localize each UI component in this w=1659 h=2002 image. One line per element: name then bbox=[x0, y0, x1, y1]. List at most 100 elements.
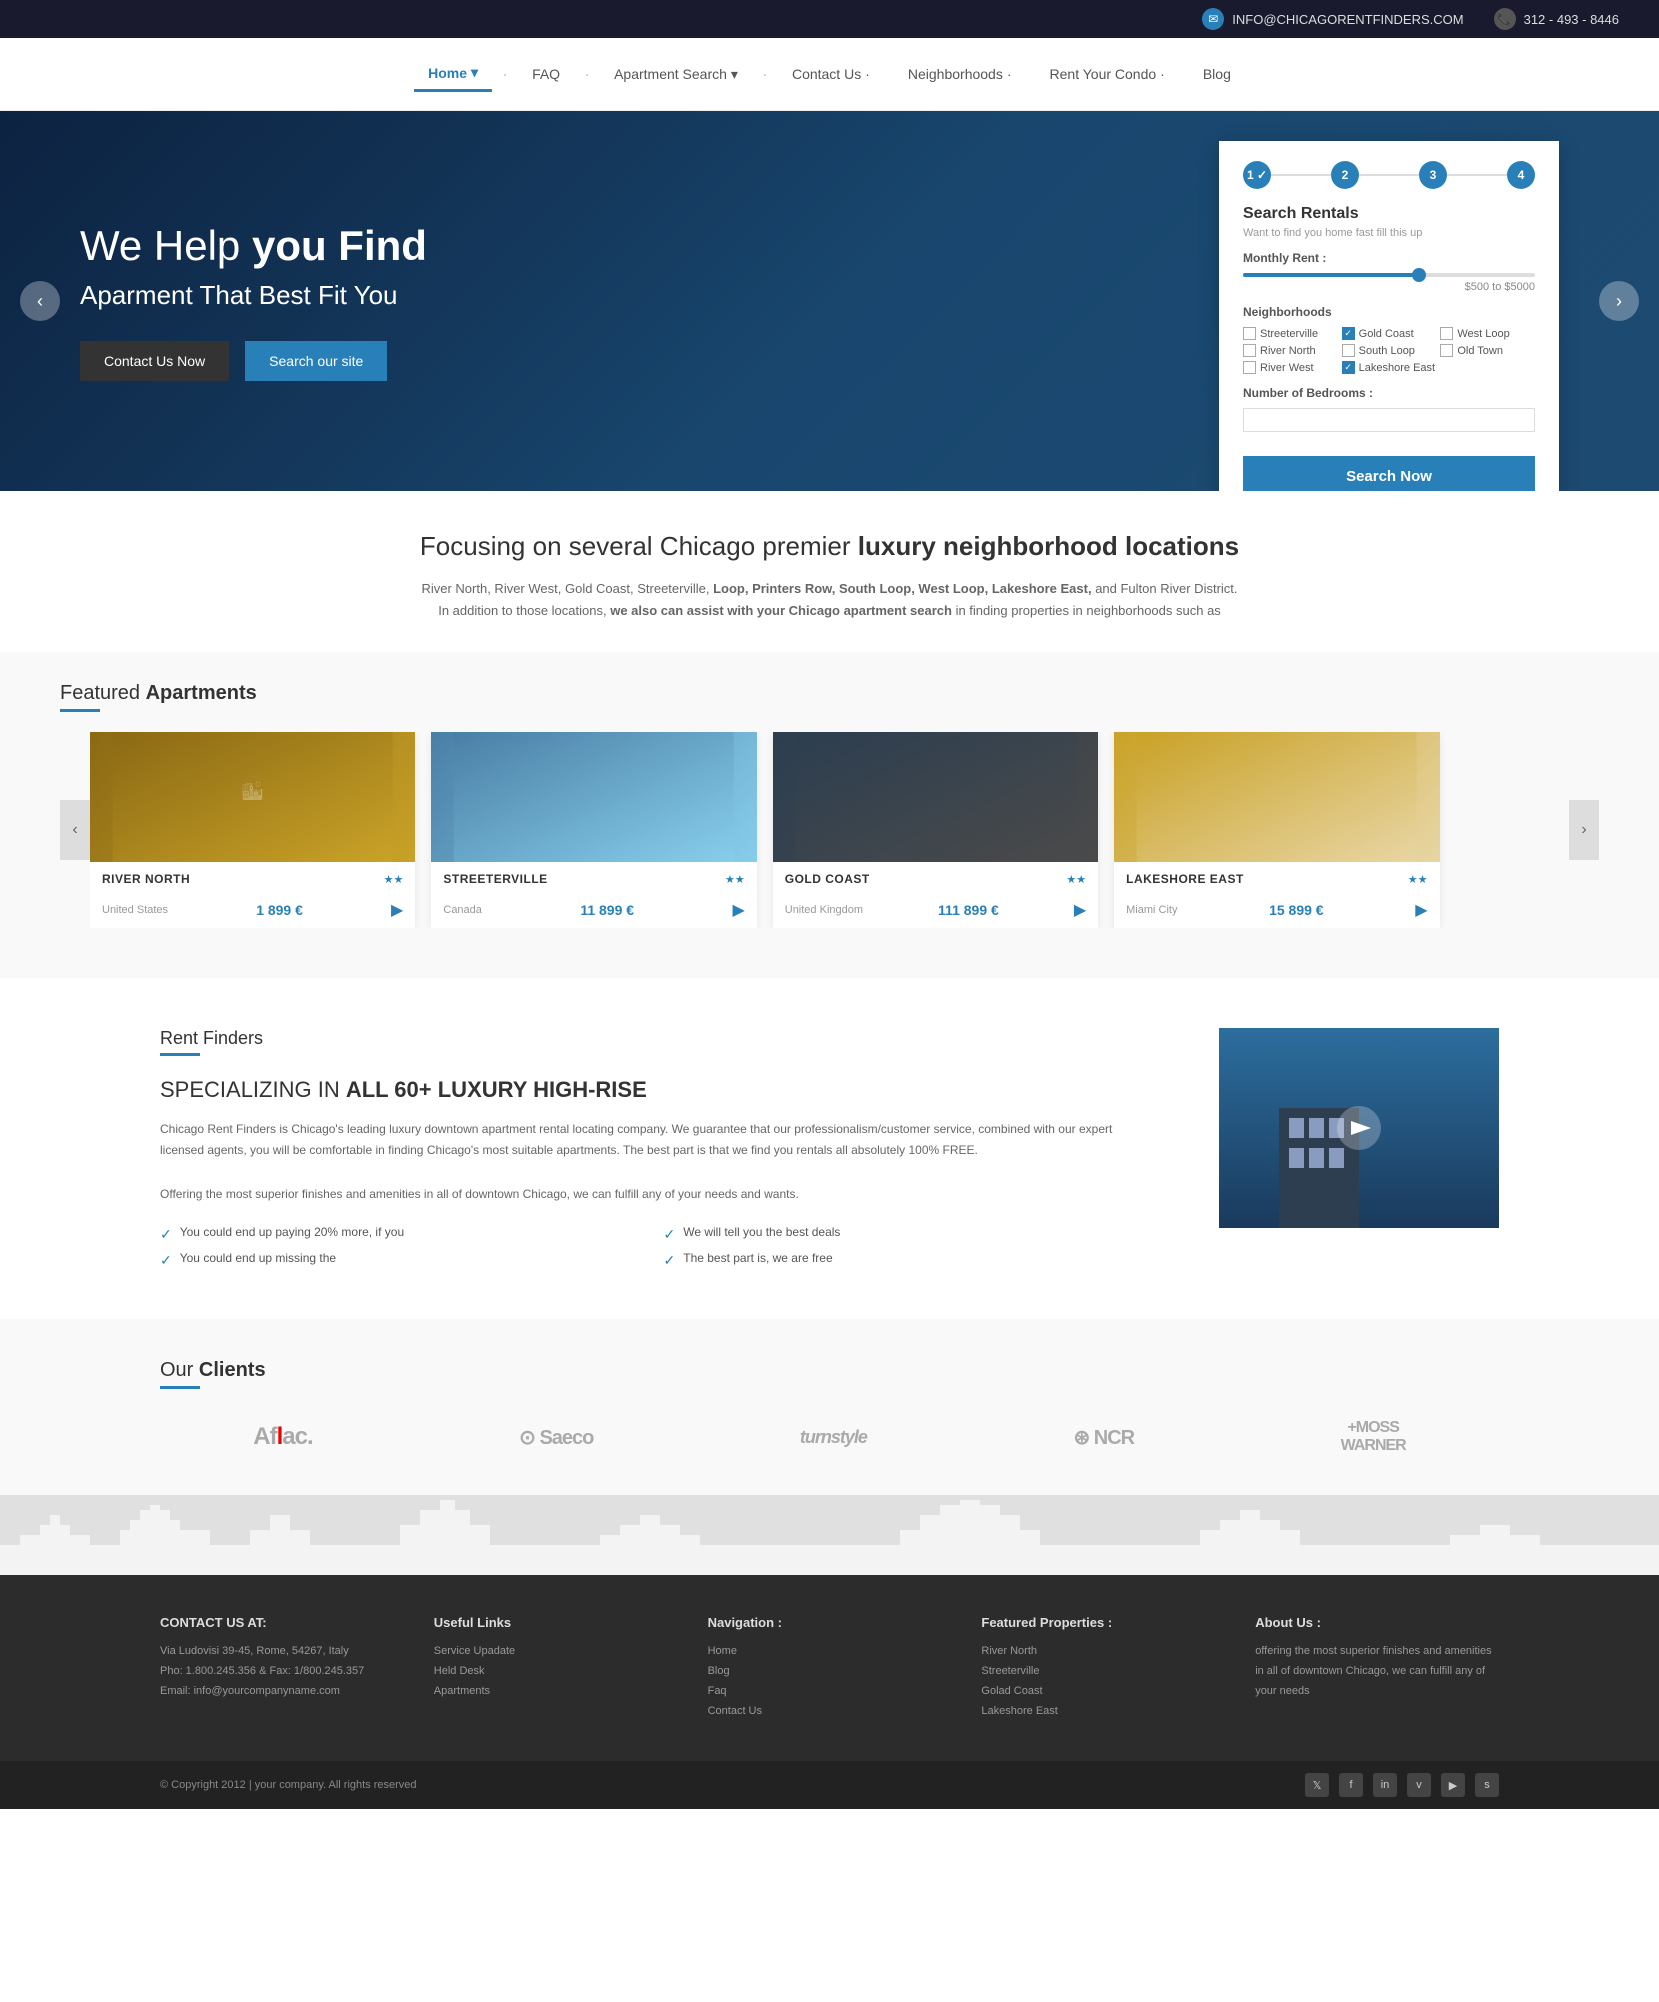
bedrooms-input[interactable] bbox=[1243, 408, 1535, 432]
email-contact[interactable]: ✉ INFO@CHICAGORENTFINDERS.COM bbox=[1202, 8, 1463, 30]
neighborhoods-grid: Streeterville ✓ Gold Coast West Loop Riv… bbox=[1243, 327, 1535, 374]
nav-item-neighborhoods[interactable]: Neighborhoods · bbox=[894, 58, 1026, 90]
footer-phone: Pho: 1.800.245.356 & Fax: 1/800.245.357 bbox=[160, 1662, 404, 1682]
neighborhood-west-loop[interactable]: West Loop bbox=[1440, 327, 1535, 340]
apt-arrow-4[interactable]: ▶ bbox=[1415, 900, 1427, 920]
footer-prop-gold-coast[interactable]: Golad Coast bbox=[981, 1682, 1225, 1702]
footer-nav-title: Navigation : bbox=[708, 1615, 952, 1630]
copyright-text: © Copyright 2012 | your company. All rig… bbox=[160, 1779, 417, 1791]
social-facebook[interactable]: f bbox=[1339, 1773, 1363, 1797]
river-north-checkbox[interactable] bbox=[1243, 344, 1256, 357]
hero-section: ‹ We Help you Find Aparment That Best Fi… bbox=[0, 111, 1659, 491]
social-twitter[interactable]: 𝕏 bbox=[1305, 1773, 1329, 1797]
check-icon-4: ✓ bbox=[664, 1252, 676, 1269]
search-panel-subtitle: Want to find you home fast fill this up bbox=[1243, 227, 1535, 239]
search-now-button[interactable]: Search Now bbox=[1243, 456, 1535, 491]
apt-stars-3: ★★ bbox=[1066, 873, 1086, 886]
apt-country-4: Miami City bbox=[1126, 904, 1177, 916]
apt-name-1: RIVER NORTH bbox=[102, 872, 190, 886]
footer-prop-streeterville[interactable]: Streeterville bbox=[981, 1662, 1225, 1682]
apt-image-3 bbox=[773, 732, 1098, 862]
footer-link-apartments[interactable]: Apartments bbox=[434, 1682, 678, 1702]
rent-video-area bbox=[1219, 1028, 1499, 1269]
apt-arrow-2[interactable]: ▶ bbox=[732, 900, 744, 920]
apt-arrow-3[interactable]: ▶ bbox=[1074, 900, 1086, 920]
client-logo-ncr: ⊛ NCR bbox=[1073, 1425, 1134, 1450]
focus-heading: Focusing on several Chicago premier luxu… bbox=[160, 531, 1499, 562]
neighborhood-river-north[interactable]: River North bbox=[1243, 344, 1338, 357]
south-loop-checkbox[interactable] bbox=[1342, 344, 1355, 357]
apartment-card-3[interactable]: GOLD COAST ★★ United Kingdom 111 899 € ▶ bbox=[773, 732, 1098, 928]
footer-link-service[interactable]: Service Upadate bbox=[434, 1642, 678, 1662]
neighborhood-gold-coast[interactable]: ✓ Gold Coast bbox=[1342, 327, 1437, 340]
rent-check-2: ✓ We will tell you the best deals bbox=[664, 1225, 1160, 1243]
contact-us-button[interactable]: Contact Us Now bbox=[80, 341, 229, 381]
rent-finders-section: Rent Finders SPECIALIZING IN ALL 60+ LUX… bbox=[0, 978, 1659, 1319]
featured-section: Featured Apartments ‹ 🏙 bbox=[0, 652, 1659, 978]
apartment-card-2[interactable]: STREETERVILLE ★★ Canada 11 899 € ▶ bbox=[431, 732, 756, 928]
apt-info-2: STREETERVILLE ★★ bbox=[431, 862, 756, 896]
neighborhood-old-town[interactable]: Old Town bbox=[1440, 344, 1535, 357]
west-loop-checkbox[interactable] bbox=[1440, 327, 1453, 340]
footer-email: Email: info@yourcompanyname.com bbox=[160, 1682, 404, 1702]
neighborhood-river-west[interactable]: River West bbox=[1243, 361, 1338, 374]
apt-footer-2: Canada 11 899 € ▶ bbox=[431, 896, 756, 928]
rent-checks: ✓ You could end up paying 20% more, if y… bbox=[160, 1225, 1159, 1269]
footer-nav-home[interactable]: Home bbox=[708, 1642, 952, 1662]
carousel-next[interactable]: › bbox=[1569, 800, 1599, 860]
neighborhood-lakeshore-east[interactable]: ✓ Lakeshore East bbox=[1342, 361, 1437, 374]
phone-number: 312 - 493 - 8446 bbox=[1524, 12, 1619, 27]
old-town-checkbox[interactable] bbox=[1440, 344, 1453, 357]
apt-name-3: GOLD COAST bbox=[785, 872, 870, 886]
footer-nav-faq[interactable]: Faq bbox=[708, 1682, 952, 1702]
rent-slider[interactable] bbox=[1243, 273, 1535, 277]
footer-link-held[interactable]: Held Desk bbox=[434, 1662, 678, 1682]
apartment-card-1[interactable]: 🏙 RIVER NORTH ★★ United States 1 899 € ▶ bbox=[90, 732, 415, 928]
apartment-card-4[interactable]: LAKESHORE EAST ★★ Miami City 15 899 € ▶ bbox=[1114, 732, 1439, 928]
bedrooms-label: Number of Bedrooms : bbox=[1243, 386, 1535, 400]
lakeshore-east-checkbox[interactable]: ✓ bbox=[1342, 361, 1355, 374]
search-site-button[interactable]: Search our site bbox=[245, 341, 387, 381]
video-placeholder[interactable] bbox=[1219, 1028, 1499, 1228]
apt-footer-4: Miami City 15 899 € ▶ bbox=[1114, 896, 1439, 928]
nav-item-home[interactable]: Home ▾ bbox=[414, 56, 492, 92]
footer-useful-links: Useful Links Service Upadate Held Desk A… bbox=[434, 1615, 678, 1721]
nav-item-faq[interactable]: FAQ bbox=[518, 58, 574, 90]
apt-image-4 bbox=[1114, 732, 1439, 862]
hero-next-button[interactable]: › bbox=[1599, 281, 1639, 321]
footer-prop-lakeshore[interactable]: Lakeshore East bbox=[981, 1702, 1225, 1722]
neighborhood-south-loop[interactable]: South Loop bbox=[1342, 344, 1437, 357]
gold-coast-checkbox[interactable]: ✓ bbox=[1342, 327, 1355, 340]
phone-icon: 📞 bbox=[1494, 8, 1516, 30]
nav-item-rent-condo[interactable]: Rent Your Condo · bbox=[1036, 58, 1179, 90]
footer-social: 𝕏 f in v ▶ s bbox=[1305, 1773, 1499, 1797]
apt-footer-1: United States 1 899 € ▶ bbox=[90, 896, 415, 928]
nav-item-contact[interactable]: Contact Us · bbox=[778, 58, 884, 90]
svg-text:🏙: 🏙 bbox=[241, 781, 264, 801]
footer-prop-river-north[interactable]: River North bbox=[981, 1642, 1225, 1662]
river-west-checkbox[interactable] bbox=[1243, 361, 1256, 374]
nav-item-blog[interactable]: Blog bbox=[1189, 58, 1245, 90]
rent-label: Monthly Rent : bbox=[1243, 251, 1535, 265]
hero-prev-button[interactable]: ‹ bbox=[20, 281, 60, 321]
carousel-prev[interactable]: ‹ bbox=[60, 800, 90, 860]
apt-price-3: 111 899 € bbox=[938, 902, 999, 918]
rent-heading: SPECIALIZING IN ALL 60+ LUXURY HIGH-RISE bbox=[160, 1076, 1159, 1105]
apt-arrow-1[interactable]: ▶ bbox=[391, 900, 403, 920]
social-linkedin[interactable]: in bbox=[1373, 1773, 1397, 1797]
apt-footer-3: United Kingdom 111 899 € ▶ bbox=[773, 896, 1098, 928]
social-vimeo[interactable]: v bbox=[1407, 1773, 1431, 1797]
step-1: 1 ✓ bbox=[1243, 161, 1271, 189]
nav-item-apartment-search[interactable]: Apartment Search ▾ bbox=[600, 58, 752, 91]
footer-nav-contact[interactable]: Contact Us bbox=[708, 1702, 952, 1722]
client-logo-saeco: ⊙ Saeco bbox=[519, 1425, 593, 1450]
footer-featured-props: Featured Properties : River North Street… bbox=[981, 1615, 1225, 1721]
social-skype[interactable]: s bbox=[1475, 1773, 1499, 1797]
footer-nav-blog[interactable]: Blog bbox=[708, 1662, 952, 1682]
slider-thumb bbox=[1412, 268, 1426, 282]
phone-contact[interactable]: 📞 312 - 493 - 8446 bbox=[1494, 8, 1619, 30]
streeterville-checkbox[interactable] bbox=[1243, 327, 1256, 340]
social-youtube[interactable]: ▶ bbox=[1441, 1773, 1465, 1797]
top-bar: ✉ INFO@CHICAGORENTFINDERS.COM 📞 312 - 49… bbox=[0, 0, 1659, 38]
neighborhood-streeterville[interactable]: Streeterville bbox=[1243, 327, 1338, 340]
